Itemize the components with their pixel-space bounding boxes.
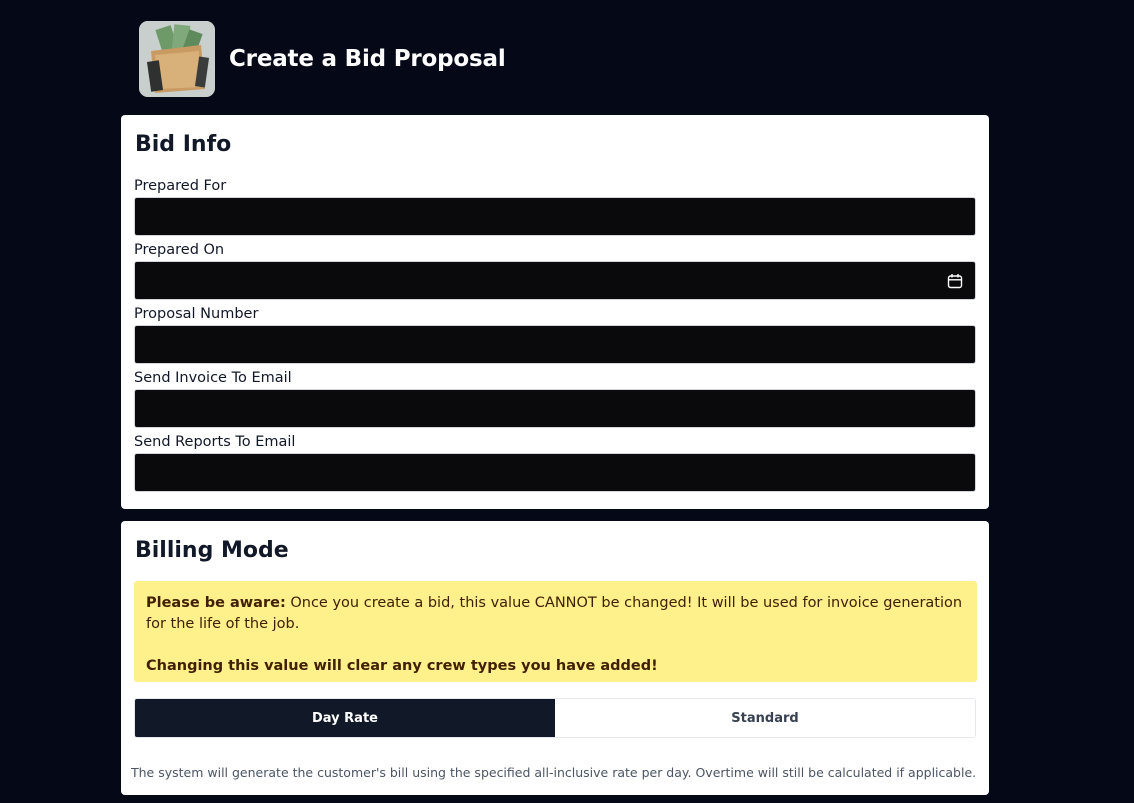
notice-warning: Changing this value will clear any crew … <box>146 658 658 674</box>
bid-info-card: Bid Info Prepared For Prepared On Propos… <box>121 115 989 509</box>
billing-warning-notice: Please be aware: Once you create a bid, … <box>134 581 977 682</box>
bid-info-title: Bid Info <box>135 132 232 157</box>
prepared-for-label: Prepared For <box>134 178 227 194</box>
prepared-on-label: Prepared On <box>134 242 225 258</box>
day-rate-option[interactable]: Day Rate <box>135 699 555 737</box>
proposal-number-label: Proposal Number <box>134 306 259 322</box>
billing-mode-title: Billing Mode <box>135 538 289 563</box>
notice-bold-prefix: Please be aware: <box>146 595 286 611</box>
notice-text: Please be aware: Once you create a bid, … <box>146 593 965 635</box>
calendar-icon[interactable] <box>947 273 963 289</box>
reports-email-input[interactable] <box>134 453 976 492</box>
proposal-number-input[interactable] <box>134 325 976 364</box>
prepared-on-input[interactable] <box>134 261 976 300</box>
money-folder-icon <box>139 21 215 97</box>
page-title: Create a Bid Proposal <box>229 46 506 72</box>
page-header: Create a Bid Proposal <box>139 21 506 97</box>
prepared-for-input[interactable] <box>134 197 976 236</box>
invoice-email-input[interactable] <box>134 389 976 428</box>
billing-mode-toggle: Day Rate Standard <box>134 698 976 738</box>
reports-email-label: Send Reports To Email <box>134 434 296 450</box>
invoice-email-label: Send Invoice To Email <box>134 370 292 386</box>
billing-help-text: The system will generate the customer's … <box>131 765 977 780</box>
billing-mode-card: Billing Mode Please be aware: Once you c… <box>121 521 989 795</box>
standard-option[interactable]: Standard <box>555 699 975 737</box>
